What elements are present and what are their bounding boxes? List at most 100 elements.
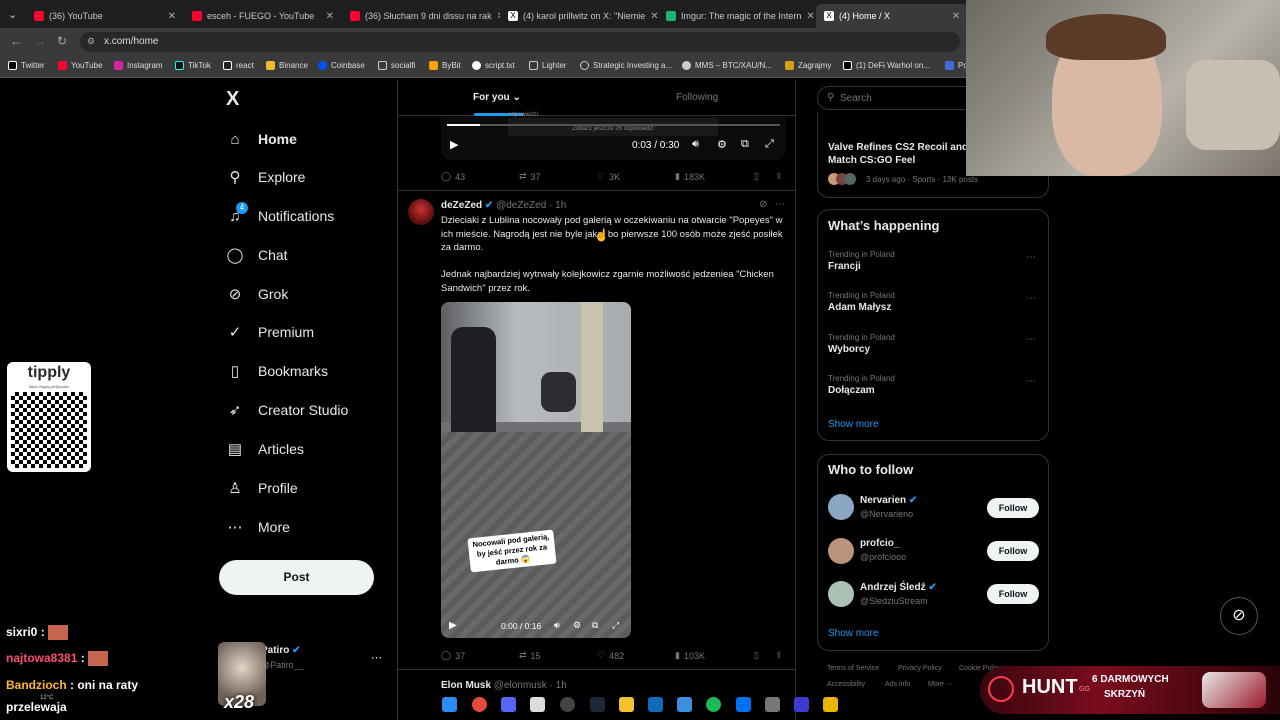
trend-menu-icon[interactable]: ⋯	[1026, 293, 1036, 304]
nav-bookmarks[interactable]: ▯ Bookmarks	[226, 359, 328, 383]
nav-explore[interactable]: ⚲ Explore	[226, 165, 306, 189]
follow-user-name[interactable]: Andrzej Śledź ✔	[860, 582, 937, 593]
footer-link[interactable]: Accessibility	[827, 681, 865, 688]
forward-icon[interactable]: →	[34, 34, 46, 48]
bookmark[interactable]: (1) DeFi Warhol on...	[843, 61, 930, 70]
app-icon[interactable]	[530, 697, 545, 712]
bookmark[interactable]: Strategic Investing a...	[580, 61, 672, 70]
close-icon[interactable]: ✕	[806, 11, 814, 22]
bookmark-button[interactable]: ▯	[754, 650, 759, 661]
bookmark[interactable]: MMS – BTC/XAU/N...	[682, 61, 772, 70]
browser-tab[interactable]: (36) Słucham 9 dni dissu na rak✕	[342, 4, 500, 28]
avatar[interactable]	[828, 494, 854, 520]
grok-explain-icon[interactable]: ⊘	[759, 199, 767, 210]
nav-grok[interactable]: ⊘ Grok	[226, 282, 289, 306]
nav-creator-studio[interactable]: ➶ Creator Studio	[226, 398, 349, 422]
post-button[interactable]: Post	[219, 560, 374, 595]
fullscreen-icon[interactable]: ⤢	[612, 620, 619, 631]
app-icon[interactable]	[765, 697, 780, 712]
nav-home[interactable]: ⌂ Home	[226, 127, 296, 151]
show-more-link[interactable]: Show more	[828, 419, 879, 430]
bookmark[interactable]: Instagram	[114, 61, 163, 70]
show-more-link[interactable]: Show more	[828, 628, 879, 639]
like-button[interactable]: ♡ 3K	[597, 171, 620, 182]
back-icon[interactable]: ←	[10, 34, 22, 48]
trend-item[interactable]: Trending in Poland Francji	[828, 250, 895, 272]
follow-button[interactable]: Follow	[987, 584, 1039, 604]
nav-articles[interactable]: ▤ Articles	[226, 437, 304, 461]
nav-more[interactable]: ⋯ More	[226, 515, 290, 539]
video-progress-track[interactable]	[447, 124, 780, 126]
account-menu-icon[interactable]: ⋯	[371, 651, 382, 664]
repost-button[interactable]: ⇄ 37	[519, 171, 541, 182]
footer-link[interactable]: Ads info	[885, 681, 910, 688]
tab-for-you[interactable]: For you ⌄	[473, 92, 521, 103]
bookmark[interactable]: YouTube	[58, 61, 102, 70]
news-title[interactable]: Valve Refines CS2 Recoil and Match CS:GO…	[828, 141, 978, 167]
vscode-icon[interactable]	[677, 697, 692, 712]
bookmark[interactable]: socialfi	[378, 61, 415, 70]
footer-link[interactable]: Privacy Policy	[898, 665, 942, 672]
like-button[interactable]: ♡ 482	[597, 650, 624, 661]
play-icon[interactable]: ▶	[449, 620, 457, 631]
browser-tab[interactable]: X (4) karol prillwitz on X: "Niemie ✕	[500, 4, 658, 28]
nav-notifications[interactable]: ♫ 4 Notifications	[226, 202, 334, 228]
obs-icon[interactable]	[560, 697, 575, 712]
spotify-icon[interactable]	[706, 697, 721, 712]
volume-icon[interactable]: 🔊︎	[692, 138, 699, 151]
footer-link[interactable]: Terms of Service	[827, 665, 879, 672]
reload-icon[interactable]: ↻	[57, 34, 67, 48]
trend-item[interactable]: Trending in Poland Wyborcy	[828, 333, 895, 355]
reply-button[interactable]: ◯ 43	[441, 171, 465, 182]
nav-premium[interactable]: ✓ Premium	[226, 320, 314, 344]
views-button[interactable]: ▮ 183K	[675, 171, 705, 182]
bookmark[interactable]: Zagrajmy	[785, 61, 831, 70]
app-icon[interactable]	[823, 697, 838, 712]
bookmark[interactable]: Binance	[266, 61, 308, 70]
share-button[interactable]: ⇪	[775, 650, 783, 661]
post-author[interactable]: Elon Musk @elonmusk · 1h	[441, 680, 567, 691]
close-icon[interactable]: ✕	[650, 11, 658, 22]
follow-user-name[interactable]: profcio_	[860, 538, 899, 549]
x-logo-icon[interactable]: X	[226, 88, 239, 111]
avatar[interactable]	[828, 538, 854, 564]
volume-icon[interactable]: 🔊︎	[554, 620, 560, 631]
close-icon[interactable]: ✕	[326, 11, 334, 22]
tab-following[interactable]: Following	[676, 92, 718, 103]
avatar[interactable]	[828, 581, 854, 607]
discord-icon[interactable]	[501, 697, 516, 712]
app-icon[interactable]	[736, 697, 751, 712]
post-author[interactable]: deZeZed ✔ @deZeZed · 1h	[441, 200, 566, 211]
settings-icon[interactable]: ⚙	[573, 620, 581, 631]
trend-menu-icon[interactable]: ⋯	[1026, 252, 1036, 263]
bookmark-button[interactable]: ▯	[754, 171, 759, 182]
browser-tab[interactable]: esceh - FUEGO - YouTube ✕	[184, 4, 342, 28]
app-icon[interactable]	[794, 697, 809, 712]
trend-menu-icon[interactable]: ⋯	[1026, 334, 1036, 345]
avatar[interactable]	[408, 199, 434, 225]
browser-tab[interactable]: Imgur: The magic of the Intern ✕	[658, 4, 816, 28]
bookmark[interactable]: react	[223, 61, 254, 70]
browser-tab[interactable]: (36) YouTube ✕	[26, 4, 184, 28]
fullscreen-icon[interactable]: ⤢	[765, 138, 774, 151]
bookmark[interactable]: TikTok	[175, 61, 211, 70]
pip-icon[interactable]: ⧉	[741, 138, 749, 151]
follow-user-name[interactable]: Nervarien ✔	[860, 495, 917, 506]
footer-link[interactable]: More ···	[928, 681, 953, 688]
bookmark[interactable]: ByBit	[429, 61, 461, 70]
nav-chat[interactable]: ◯ Chat	[226, 243, 288, 267]
bookmark[interactable]: Po	[945, 61, 968, 70]
post-video[interactable]: Nocowali pod galerią, by jeść przez rok …	[441, 302, 631, 638]
bookmark[interactable]: Twitter	[8, 61, 45, 70]
trend-item[interactable]: Trending in Poland Adam Małysz	[828, 291, 895, 313]
tab-search-icon[interactable]: ⌄	[8, 8, 17, 21]
windows-start-icon[interactable]	[442, 697, 457, 712]
repost-button[interactable]: ⇄ 15	[519, 650, 541, 661]
follow-button[interactable]: Follow	[987, 498, 1039, 518]
url-input[interactable]: x.com/home	[80, 32, 960, 52]
nav-profile[interactable]: ♙ Profile	[226, 476, 297, 500]
post-menu-icon[interactable]: ⋯	[775, 199, 785, 210]
trend-menu-icon[interactable]: ⋯	[1026, 376, 1036, 387]
edge-icon[interactable]	[648, 697, 663, 712]
folder-icon[interactable]	[619, 697, 634, 712]
